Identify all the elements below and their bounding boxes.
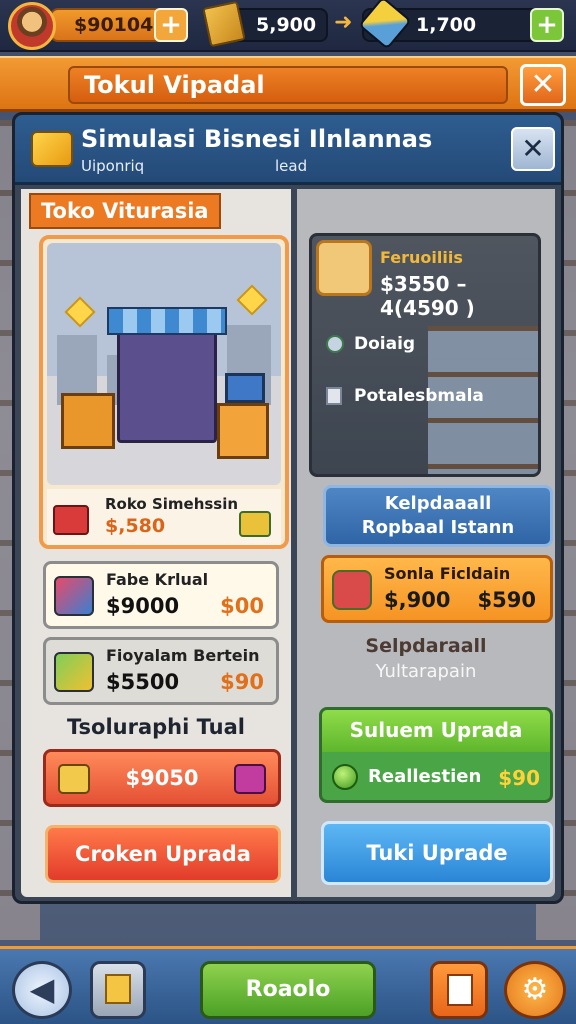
green-orb-icon (332, 764, 358, 790)
item-cost: $90 (220, 670, 264, 694)
business-panel: Simulasi Bisnesi Ilnlannas Uiponriq lead… (12, 112, 564, 904)
left-column: Toko Viturasia Roko Simehssin $,580 Fabe… (21, 189, 291, 897)
gift-icon (234, 764, 266, 794)
item-price: $5500 (106, 670, 180, 694)
system-upgrade-title: Suluem Uprada (322, 710, 550, 752)
shop-button[interactable] (90, 961, 146, 1019)
buy-price-button[interactable]: $9050 (43, 749, 281, 807)
product-price: $3550 – 4(4590 ) (380, 272, 475, 320)
right-section-sublabel: Yultarapain (375, 661, 477, 682)
item-cost: $00 (220, 594, 264, 618)
system-upgrade-cost: $90 (498, 766, 540, 790)
radio-icon (326, 335, 344, 353)
shop-price: $,580 (105, 515, 166, 537)
screen-header: Tokul Vipadal ✕ (0, 56, 576, 112)
gift-icon (53, 505, 89, 535)
shop-illustration (47, 243, 281, 485)
settings-button[interactable]: ⚙ (504, 961, 566, 1019)
section-label: Tsoluraphi Tual (67, 715, 245, 739)
option-label: Doiaig (354, 334, 416, 354)
tools-icon (58, 764, 90, 794)
boxes-icon (54, 576, 94, 616)
shop-footer: Roko Simehssin $,580 (47, 489, 281, 545)
player-avatar[interactable] (8, 2, 56, 50)
arrow-icon: ➜ (334, 10, 353, 35)
panel-header: Simulasi Bisnesi Ilnlannas Uiponriq lead… (15, 115, 561, 185)
option-item[interactable]: Potalesbmala (326, 386, 484, 406)
option-item[interactable]: Doiaig (326, 334, 415, 354)
replace-button-line1: Kelpdaaall (384, 493, 492, 514)
item-name: Fabe Krlual (106, 570, 209, 589)
system-upgrade-card[interactable]: Suluem Uprada Reallestien $90 (319, 707, 553, 803)
shop-icon (105, 974, 131, 1004)
main-action-button[interactable]: Roaolo (200, 961, 376, 1019)
panel-subtitle-right: lead (275, 157, 308, 175)
tools-icon (54, 652, 94, 692)
top-resource-bar: $90104 + 5,900 ➜ 1,700 + (0, 0, 576, 52)
system-upgrade-label: Reallestien (368, 766, 482, 787)
cabinet-icon (61, 393, 115, 449)
kiosk-icon (117, 323, 217, 443)
right-column: Feruoiliis $3550 – 4(4590 ) Doiaig Potal… (297, 189, 555, 897)
back-button[interactable]: ◀ (12, 961, 72, 1019)
add-tools-button[interactable]: + (530, 8, 564, 42)
offer-card[interactable]: Sonla Ficldain $,900 $590 (321, 555, 553, 623)
crates-value: 5,900 (256, 14, 317, 36)
list-item[interactable]: Fioyalam Bertein $5500 $90 (43, 637, 279, 705)
awning-icon (107, 307, 227, 335)
replace-button[interactable]: Kelpdaaall Ropbaal Istann (323, 485, 553, 547)
screen-title: Tokul Vipadal (68, 66, 508, 104)
shop-card[interactable]: Roko Simehssin $,580 (39, 235, 289, 549)
sparkle-icon (236, 284, 268, 316)
gold-bars-icon (31, 131, 73, 167)
replace-button-line2: Ropbaal Istann (361, 517, 515, 538)
buy-price-label: $9050 (125, 766, 199, 790)
product-name: Feruoiliis (380, 248, 463, 267)
product-card: Feruoiliis $3550 – 4(4590 ) Doiaig Potal… (309, 233, 541, 477)
add-coins-button[interactable]: + (154, 8, 188, 42)
item-name: Fioyalam Bertein (106, 646, 260, 665)
upgrade-right-button[interactable]: Tuki Uprade (321, 821, 553, 885)
cart-icon (316, 240, 372, 296)
right-section-label: Selpdaraall (365, 635, 487, 657)
shop-name: Roko Simehssin (105, 495, 239, 513)
upgrade-left-button[interactable]: Croken Uprada (45, 825, 281, 883)
panel-subtitle-left: Uiponriq (81, 157, 145, 175)
box-icon (217, 403, 269, 459)
box-icon (225, 373, 265, 403)
offer-cost: $590 (477, 588, 536, 612)
offer-name: Sonla Ficldain (384, 564, 511, 583)
notes-button[interactable] (430, 961, 488, 1019)
coins-value: $90104 (74, 14, 154, 36)
sparkle-icon (64, 296, 96, 328)
bottom-nav-bar: ◀ Roaolo ⚙ (0, 946, 576, 1024)
offer-price: $,900 (384, 588, 451, 612)
checkbox-icon (326, 387, 342, 405)
item-price: $9000 (106, 594, 180, 618)
notes-icon (447, 974, 473, 1006)
cash-icon (239, 511, 271, 537)
section-tag: Toko Viturasia (29, 193, 221, 229)
option-label: Potalesbmala (354, 386, 484, 406)
tools-value: 1,700 (416, 14, 477, 36)
tools-button[interactable]: ✕ (511, 127, 555, 171)
list-item[interactable]: Fabe Krlual $9000 $00 (43, 561, 279, 629)
can-icon (332, 570, 372, 610)
panel-title: Simulasi Bisnesi Ilnlannas (81, 125, 433, 153)
close-button[interactable]: ✕ (520, 64, 566, 106)
